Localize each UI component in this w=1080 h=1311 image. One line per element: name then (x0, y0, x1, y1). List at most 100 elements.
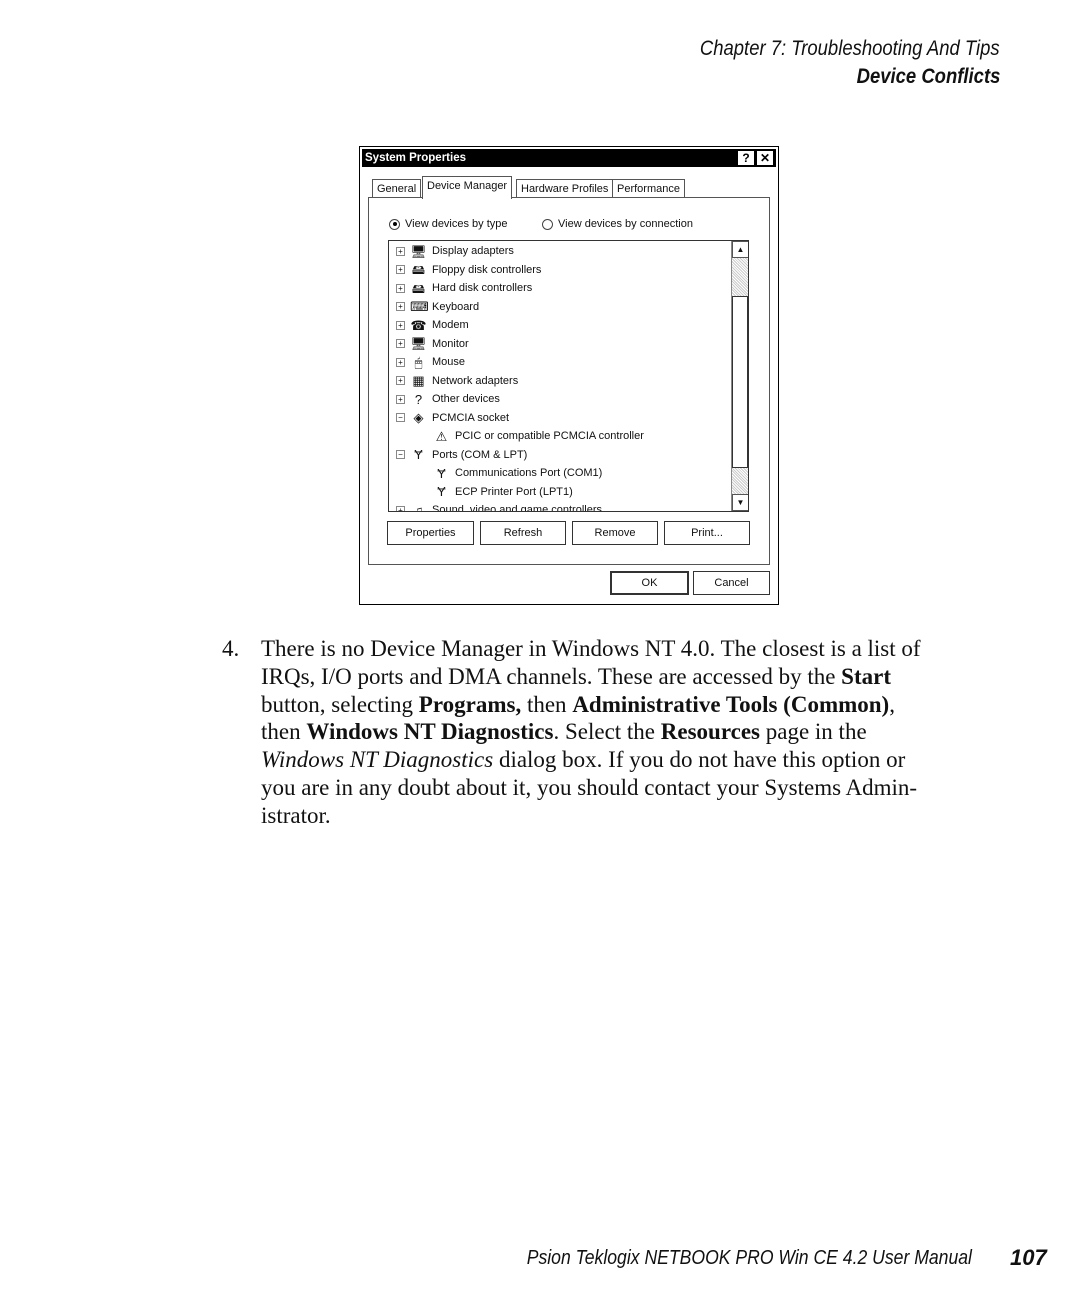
section-heading: Device Conflicts (856, 65, 1000, 88)
text: , (889, 691, 895, 717)
help-button[interactable]: ? (738, 151, 754, 165)
tree-item[interactable]: + ♫ Sound, video and game controllers (396, 501, 602, 512)
step-text: There is no Device Manager in Windows NT… (261, 635, 921, 830)
tree-item[interactable]: − Ɏ Ports (COM & LPT) (396, 446, 527, 464)
radio-icon (542, 218, 553, 230)
device-tree[interactable]: + 🖥 Display adapters + 🖴 Floppy disk controll… (388, 240, 749, 512)
scroll-thumb[interactable] (732, 296, 748, 468)
scroll-down-button[interactable]: ▼ (732, 494, 748, 511)
expand-icon[interactable]: + (396, 265, 405, 274)
expand-icon[interactable]: + (396, 394, 405, 404)
tab-general[interactable]: General (372, 179, 422, 198)
radio-label: View devices by type (405, 218, 508, 230)
modem-icon: ☎ (410, 317, 427, 333)
radio-selected-icon (389, 218, 400, 230)
bold-term: Resources (660, 719, 760, 745)
dialog-title: System Properties (365, 152, 466, 164)
expand-icon[interactable]: + (396, 376, 405, 385)
tree-item-label: Ports (COM & LPT) (432, 448, 528, 461)
tree-item-label: Monitor (432, 337, 469, 350)
tree-item-label: Sound, video and game controllers (432, 504, 602, 512)
monitor-icon: 🖥 (410, 243, 427, 259)
tree-item[interactable]: + 🖱 Mouse (396, 353, 465, 371)
tree-item-label: Other devices (432, 393, 500, 405)
manual-page: Chapter 7: Troubleshooting And Tips Devi… (0, 0, 1080, 1311)
tree-item-label: Mouse (432, 356, 466, 368)
tab-device-manager[interactable]: Device Manager (422, 176, 513, 199)
text: then (261, 719, 307, 745)
tree-item[interactable]: + ▦ Network adapters (396, 372, 518, 390)
radio-label: View devices by connection (558, 218, 693, 230)
italic-term: Windows NT Diagnostics (261, 747, 494, 773)
print-button[interactable]: Print... (664, 521, 750, 545)
tree-item-label: PCMCIA socket (432, 411, 510, 424)
scroll-up-button[interactable]: ▲ (732, 241, 748, 258)
expand-icon[interactable]: + (396, 302, 405, 311)
scrollbar[interactable]: ▲ ▼ (731, 241, 748, 511)
question-icon: ? (414, 391, 423, 407)
radio-view-by-connection[interactable]: View devices by connection (542, 218, 693, 230)
tree-item-label: Network adapters (432, 374, 519, 387)
keyboard-icon: ⌨ (410, 299, 429, 314)
device-manager-panel: View devices by type View devices by con… (368, 197, 770, 565)
port-icon: Ɏ (414, 447, 423, 462)
expand-icon[interactable]: + (396, 505, 405, 511)
text: . Select the (553, 719, 661, 745)
tree-item[interactable]: + ☎ Modem (396, 316, 469, 334)
tree-item[interactable]: Ɏ Communications Port (COM1) (433, 464, 602, 482)
tree-item-label: Modem (432, 319, 469, 331)
system-properties-dialog: System Properties ? ✕ General Device Man… (359, 146, 779, 605)
text: you are in any doubt about it, you shoul… (261, 774, 918, 800)
pcmcia-warning-icon: ⚠ (435, 428, 448, 444)
remove-button[interactable]: Remove (572, 521, 658, 545)
tree-item[interactable]: − ◈ PCMCIA socket (396, 409, 509, 427)
bold-term: Windows NT Diagnostics (306, 719, 554, 745)
collapse-icon[interactable]: − (396, 450, 405, 459)
title-bar: System Properties ? ✕ (362, 149, 776, 167)
tree-item-label: ECP Printer Port (LPT1) (455, 485, 573, 498)
tree-item[interactable]: + 🖥 Monitor (396, 335, 469, 353)
port-icon: Ɏ (437, 484, 446, 499)
tree-item[interactable]: Ɏ ECP Printer Port (LPT1) (433, 483, 573, 501)
tree-item[interactable]: ⚠ PCIC or compatible PCMCIA controller (433, 427, 644, 445)
monitor-icon: 🖥 (410, 336, 427, 351)
footer-manual-title: Psion Teklogix NETBOOK PRO Win CE 4.2 Us… (526, 1247, 972, 1269)
expand-icon[interactable]: + (396, 320, 405, 330)
expand-icon[interactable]: + (396, 339, 405, 348)
bold-term: Administrative Tools (Common) (572, 691, 890, 717)
tree-item-label: Floppy disk controllers (432, 263, 542, 276)
disk-controller-icon: 🖴 (411, 280, 426, 296)
tree-item[interactable]: +? Other devices (396, 390, 500, 408)
mouse-icon: 🖱 (414, 354, 423, 370)
tree-item-label: PCIC or compatible PCMCIA controller (455, 430, 644, 442)
text: There is no Device Manager in Windows NT… (261, 636, 921, 661)
expand-icon[interactable]: + (396, 283, 405, 293)
page-number: 107 (1010, 1245, 1047, 1270)
properties-button[interactable]: Properties (387, 521, 474, 545)
text: then (521, 691, 573, 717)
tree-item-label: Hard disk controllers (432, 282, 533, 294)
expand-icon[interactable]: + (396, 246, 405, 256)
tree-item-label: Display adapters (432, 245, 514, 257)
tab-hardware-profiles[interactable]: Hardware Profiles (516, 179, 614, 198)
step-number: 4. (222, 636, 240, 661)
radio-view-by-type[interactable]: View devices by type (389, 218, 508, 230)
text: dialog box. If you do not have this opti… (493, 747, 906, 773)
disk-controller-icon: 🖴 (411, 262, 426, 277)
tree-item[interactable]: + 🖥 Display adapters (396, 242, 514, 260)
tree-item[interactable]: + 🖴 Floppy disk controllers (396, 261, 541, 279)
ok-button[interactable]: OK (610, 571, 689, 595)
expand-icon[interactable]: + (396, 357, 405, 367)
bold-term: Start (841, 663, 891, 689)
refresh-button[interactable]: Refresh (480, 521, 566, 545)
text: IRQs, I/O ports and DMA channels. These … (261, 663, 842, 689)
bold-term: Programs, (418, 691, 522, 717)
tree-item[interactable]: + ⌨ Keyboard (396, 298, 479, 316)
tree-item[interactable]: + 🖴 Hard disk controllers (396, 279, 532, 297)
tab-performance[interactable]: Performance (612, 179, 685, 198)
port-icon: Ɏ (437, 465, 446, 481)
close-button[interactable]: ✕ (757, 151, 773, 165)
text: istrator. (261, 802, 331, 828)
cancel-button[interactable]: Cancel (693, 571, 770, 595)
collapse-icon[interactable]: − (396, 413, 405, 422)
